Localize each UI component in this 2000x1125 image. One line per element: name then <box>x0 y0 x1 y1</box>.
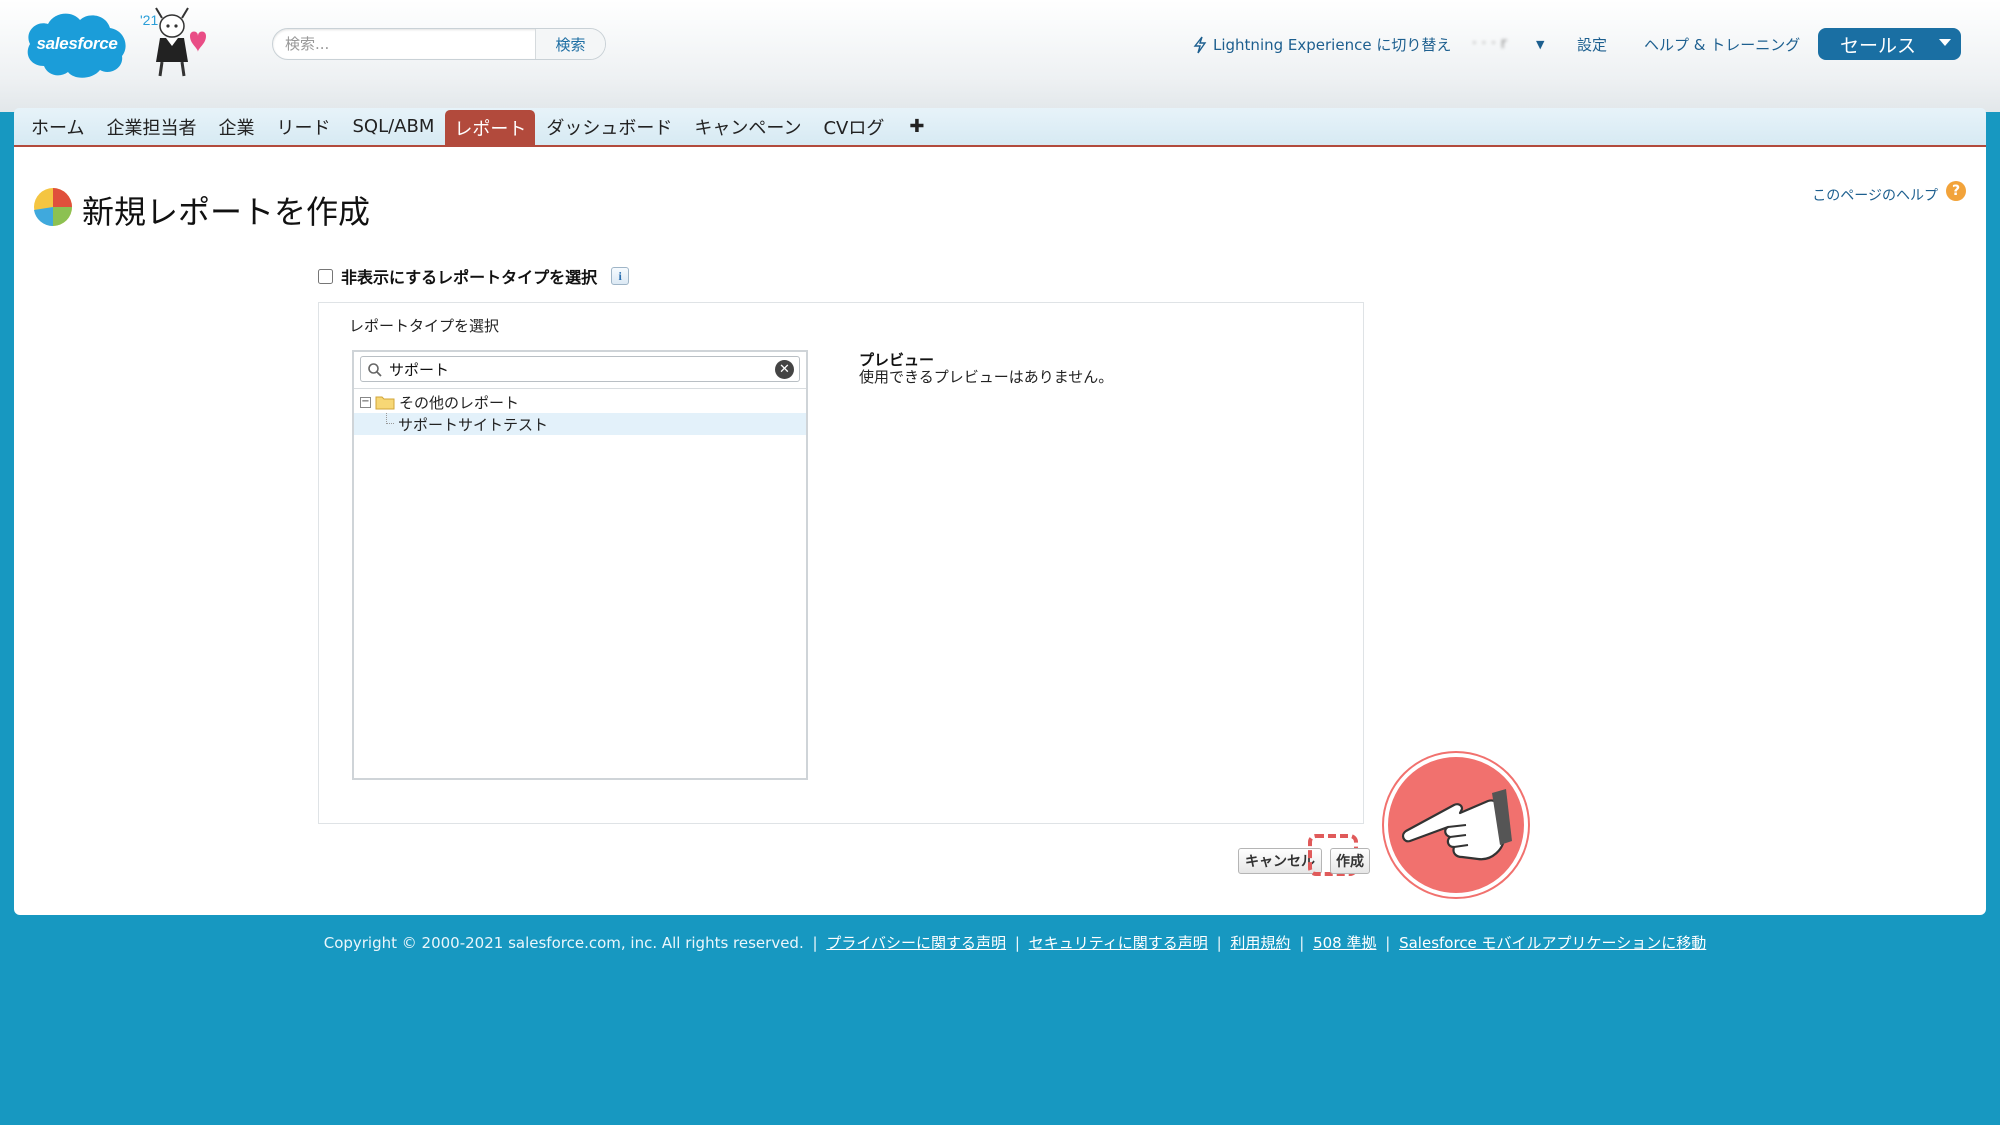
caret-down-icon <box>1939 39 1951 46</box>
tree-connector <box>386 413 394 424</box>
page-title: 新規レポートを作成 <box>82 193 371 231</box>
preview-text: 使用できるプレビューはありません。 <box>859 368 1114 386</box>
clear-filter-icon[interactable]: ✕ <box>775 360 794 379</box>
settings-link[interactable]: 設定 <box>1577 34 1607 55</box>
page-help-link[interactable]: このページのヘルプ <box>1812 185 1938 205</box>
search-icon <box>368 363 382 377</box>
lightning-bolt-icon <box>1193 36 1207 53</box>
collapse-icon[interactable]: − <box>360 396 371 408</box>
privacy-link[interactable]: プライバシーに関する声明 <box>826 934 1006 952</box>
chevron-down-icon[interactable]: ▼ <box>1536 38 1544 51</box>
help-question-icon[interactable]: ? <box>1946 181 1966 201</box>
lightning-switch-label: Lightning Experience に切り替え <box>1213 36 1452 54</box>
tree-folder-other-reports[interactable]: − その他のレポート <box>360 391 519 413</box>
tab-accounts[interactable]: 企業 <box>207 108 265 145</box>
tab-cv-log[interactable]: CVログ <box>812 108 895 145</box>
tab-dashboards[interactable]: ダッシュボード <box>535 108 683 145</box>
hidden-types-checkbox[interactable] <box>318 268 333 284</box>
tab-sql-abm[interactable]: SQL/ABM <box>341 108 445 145</box>
app-switcher[interactable]: セールス <box>1818 28 1961 60</box>
search-button[interactable]: 検索 <box>535 29 605 59</box>
footer: Copyright © 2000-2021 salesforce.com, in… <box>323 934 1707 952</box>
divider <box>354 388 806 389</box>
hidden-types-label[interactable]: 非表示にするレポートタイプを選択 <box>341 264 597 288</box>
create-button[interactable]: 作成 <box>1330 848 1370 874</box>
salesforce-logo[interactable]: salesforce <box>22 6 132 82</box>
report-type-heading: レポートタイプを選択 <box>349 317 500 335</box>
tab-home[interactable]: ホーム <box>20 108 95 145</box>
security-link[interactable]: セキュリティに関する声明 <box>1029 934 1208 952</box>
lightning-switch-link[interactable]: Lightning Experience に切り替え <box>1193 34 1451 55</box>
tree-item-label: サポートサイトテスト <box>398 416 549 434</box>
tab-bar: ホーム 企業担当者 企業 リード SQL/ABM レポート ダッシュボード キャ… <box>14 108 1986 147</box>
tab-campaigns[interactable]: キャンペーン <box>683 108 812 145</box>
report-type-selector: レポートタイプを選択 ✕ − その他のレポート サポートサイトテス <box>318 302 1364 824</box>
app-switcher-label: セールス <box>1840 34 1917 57</box>
tree-item-support-site-test[interactable]: サポートサイトテスト <box>354 413 806 435</box>
global-search: 検索 <box>272 28 606 60</box>
all-tabs-plus-icon[interactable]: ✚ <box>895 108 938 145</box>
main-panel: 新規レポートを作成 このページのヘルプ ? 非表示にするレポートタイプを選択 i… <box>14 147 1986 915</box>
section-508-link[interactable]: 508 準拠 <box>1313 934 1376 952</box>
reports-icon <box>32 186 74 228</box>
copyright-text: Copyright © 2000-2021 salesforce.com, in… <box>323 934 804 952</box>
tab-contacts[interactable]: 企業担当者 <box>95 108 207 145</box>
report-type-filter: ✕ <box>360 356 800 382</box>
report-type-filter-input[interactable] <box>389 358 759 380</box>
hidden-types-option: 非表示にするレポートタイプを選択 i <box>318 264 630 288</box>
mobile-app-link[interactable]: Salesforce モバイルアプリケーションに移動 <box>1399 934 1706 952</box>
tab-leads[interactable]: リード <box>265 108 341 145</box>
release-badge: '21 <box>140 12 159 28</box>
global-header: salesforce '21 検索 Lightning Experience に… <box>0 0 2000 112</box>
pointing-hand-icon <box>1384 753 1528 897</box>
tab-reports[interactable]: レポート <box>445 110 536 145</box>
folder-label: その他のレポート <box>399 393 520 412</box>
user-menu[interactable]: · · · r <box>1472 34 1507 52</box>
help-training-link[interactable]: ヘルプ & トレーニング <box>1644 34 1800 55</box>
report-type-tree[interactable]: ✕ − その他のレポート サポートサイトテスト <box>352 350 808 780</box>
search-input[interactable] <box>285 33 535 55</box>
terms-link[interactable]: 利用規約 <box>1230 934 1290 952</box>
folder-icon <box>375 396 395 410</box>
info-icon[interactable]: i <box>611 267 630 285</box>
